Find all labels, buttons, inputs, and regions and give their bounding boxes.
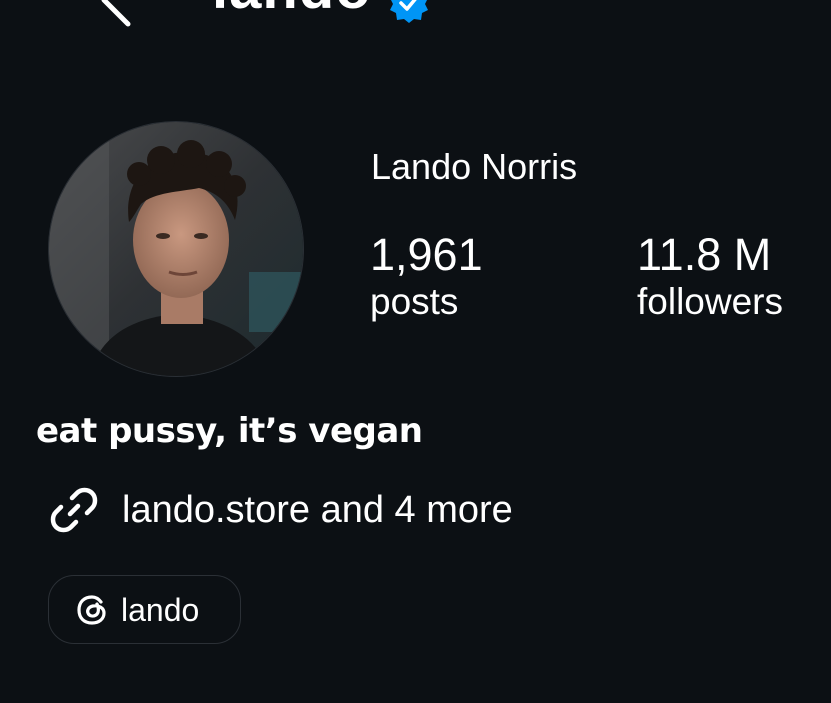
followers-label: followers <box>637 281 783 322</box>
profile-bio: eat pussy, it’s vegan <box>36 411 423 451</box>
threads-profile-button[interactable]: lando <box>48 575 241 644</box>
posts-stat[interactable]: 1,961 posts <box>370 228 483 322</box>
link-icon <box>48 484 100 536</box>
profile-display-name: Lando Norris <box>371 146 578 187</box>
followers-stat[interactable]: 11.8 M followers <box>637 228 783 322</box>
profile-links[interactable]: lando.store and 4 more <box>48 482 513 538</box>
threads-icon <box>75 593 109 627</box>
followers-count: 11.8 M <box>637 229 772 280</box>
profile-avatar[interactable] <box>48 121 304 377</box>
profile-username-title: lando <box>212 0 372 18</box>
verified-badge-icon <box>388 0 430 24</box>
profile-links-text: lando.store and 4 more <box>122 489 513 531</box>
back-chevron-icon[interactable] <box>88 0 148 30</box>
posts-count: 1,961 <box>370 229 483 280</box>
threads-username: lando <box>121 591 200 628</box>
top-navigation-bar: lando <box>0 0 831 30</box>
posts-label: posts <box>370 281 459 322</box>
